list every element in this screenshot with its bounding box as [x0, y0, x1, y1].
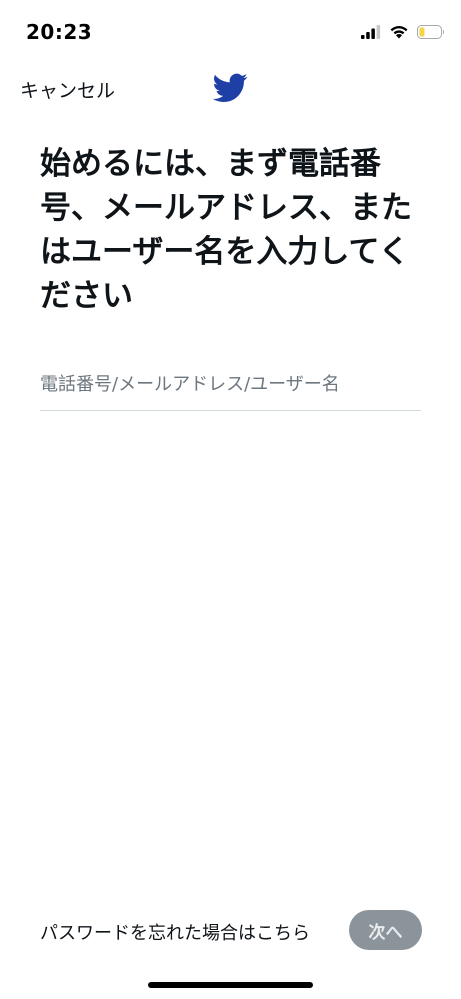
- twitter-bird-icon: [212, 73, 248, 103]
- status-time: 20:23: [26, 20, 93, 44]
- nav-bar: キャンセル: [0, 64, 461, 112]
- battery-icon: [417, 24, 445, 43]
- identifier-input[interactable]: [40, 360, 421, 408]
- forgot-password-link[interactable]: パスワードを忘れた場合はこちら: [40, 919, 310, 945]
- page-title: 始めるには、まず電話番号、メールアドレス、またはユーザー名を入力してください: [40, 146, 412, 314]
- cellular-signal-icon: [361, 24, 381, 43]
- identifier-field: [40, 360, 421, 411]
- status-bar: 20:23: [0, 0, 461, 60]
- status-icons: [361, 22, 445, 44]
- cancel-button[interactable]: キャンセル: [20, 76, 115, 103]
- next-button[interactable]: 次へ: [349, 910, 422, 950]
- wifi-icon: [389, 24, 409, 43]
- footer-bar: パスワードを忘れた場合はこちら 次へ: [0, 905, 461, 957]
- home-indicator[interactable]: [148, 982, 313, 988]
